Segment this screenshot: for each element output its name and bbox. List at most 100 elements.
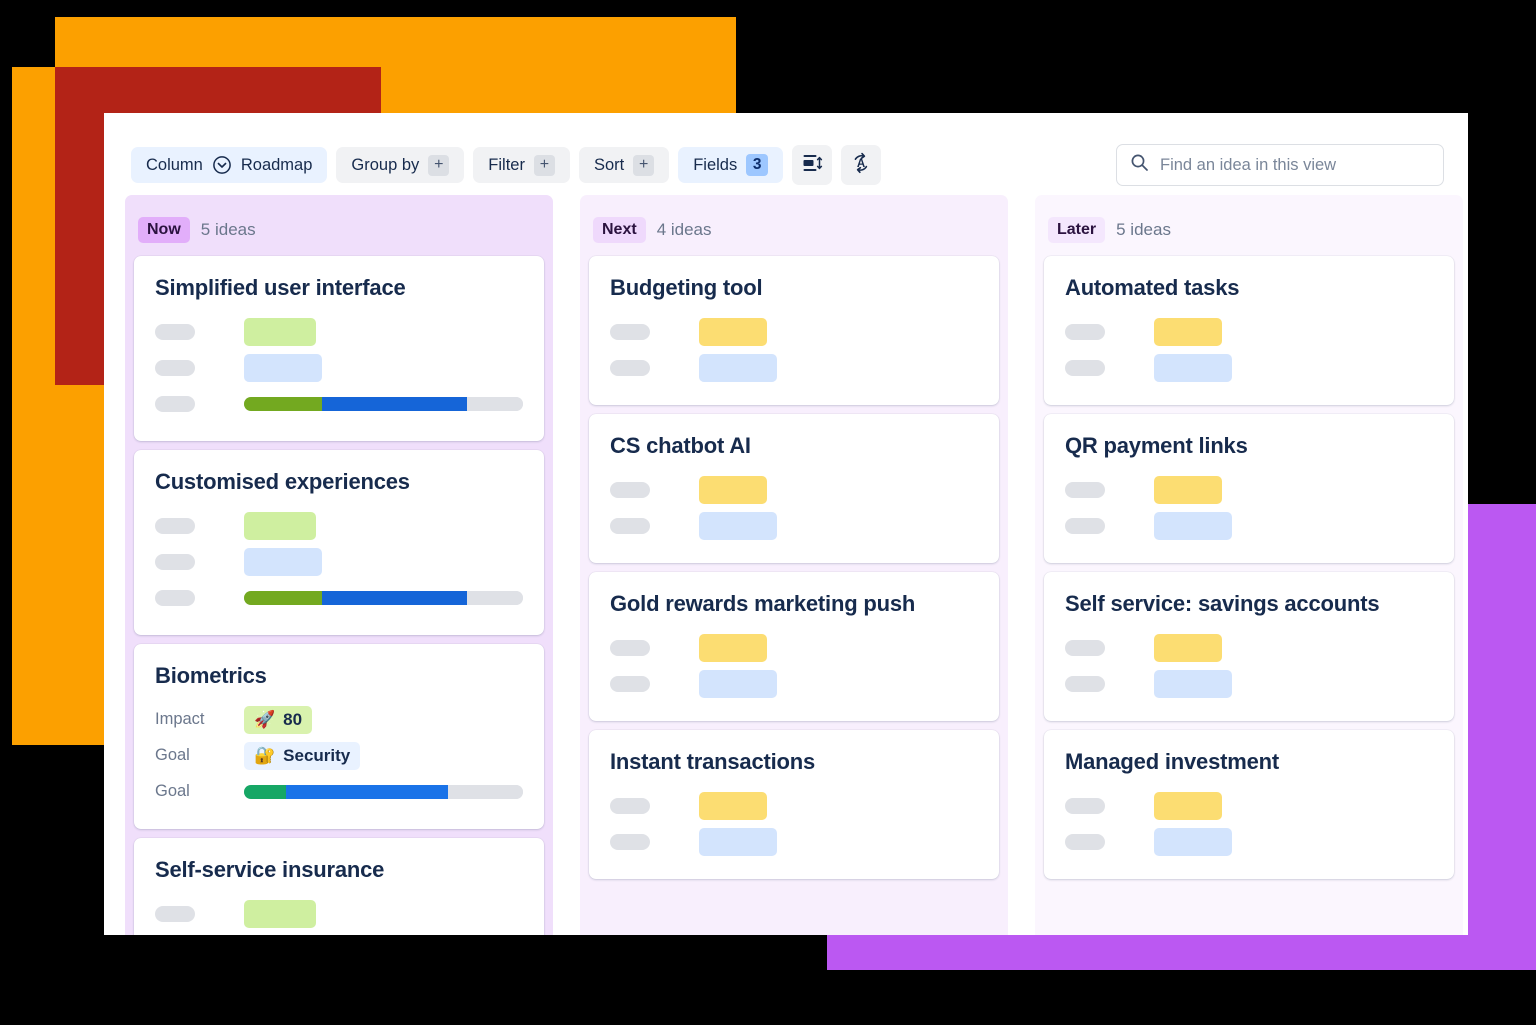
field-label-placeholder [610, 359, 699, 376]
idea-card[interactable]: Gold rewards marketing push [589, 572, 999, 721]
placeholder-pill [155, 323, 195, 340]
idea-card-title: QR payment links [1065, 433, 1248, 458]
field-label-placeholder [155, 395, 244, 412]
idea-card[interactable]: Managed investment [1044, 730, 1454, 879]
idea-card[interactable]: Automated tasks [1044, 256, 1454, 405]
idea-card-field-row [1065, 789, 1433, 822]
field-value-chip-placeholder [244, 317, 316, 346]
idea-card-field-row [610, 825, 978, 858]
progress-bar-segment-2 [322, 590, 468, 605]
field-label-placeholder [155, 589, 244, 606]
column-selector-value: Roadmap [240, 155, 313, 174]
idea-card-field-row [155, 897, 523, 930]
sort-button[interactable]: Sort + [578, 147, 670, 183]
idea-card-field-row [610, 315, 978, 348]
field-value-chip-placeholder [1154, 633, 1222, 662]
column-card-list: Automated tasks QR payment links Self serv… [1044, 256, 1454, 879]
idea-card-field-row [1065, 315, 1433, 348]
filter-button[interactable]: Filter + [473, 147, 570, 183]
row-height-button[interactable] [792, 145, 833, 185]
column-selector-button[interactable]: Column Roadmap [131, 147, 328, 183]
roadmap-app-window: Column Roadmap Group by + Filter + Sort [104, 113, 1468, 935]
field-label-placeholder [610, 481, 699, 498]
search-input[interactable] [1160, 155, 1430, 175]
placeholder-pill [610, 639, 650, 656]
idea-card-field-row [155, 545, 523, 578]
sort-label: Sort [593, 155, 625, 174]
fields-button[interactable]: Fields 3 [678, 147, 784, 183]
idea-card[interactable]: Biometrics Impact 🚀 80 Goal 🔐 Security Goal [134, 644, 544, 829]
search-field-wrapper[interactable] [1116, 144, 1444, 186]
column-tag-badge[interactable]: Later [1048, 217, 1106, 243]
field-value-chip[interactable]: 🚀 80 [244, 705, 313, 734]
idea-card[interactable]: Self-service insurance [134, 838, 544, 935]
field-value-chip-placeholder [699, 353, 777, 382]
progress-bar [244, 784, 523, 799]
progress-bar-segment-2 [322, 396, 468, 411]
idea-card-field-row [610, 351, 978, 384]
field-value-chip-placeholder [244, 547, 322, 576]
plus-icon: + [428, 154, 450, 176]
idea-card[interactable]: Self service: savings accounts [1044, 572, 1454, 721]
idea-card-title: Customised experiences [155, 469, 410, 494]
field-label-placeholder [1065, 323, 1154, 340]
idea-card-title: Self-service insurance [155, 857, 385, 882]
column-header: Next 4 ideas [589, 204, 999, 256]
field-label-placeholder [1065, 675, 1154, 692]
auto-sort-button[interactable]: A [841, 145, 882, 185]
field-value-text: 80 [283, 709, 303, 729]
placeholder-pill [610, 359, 650, 376]
progress-bar-segment-3 [467, 590, 523, 605]
idea-card[interactable]: Simplified user interface [134, 256, 544, 441]
field-value-chip-placeholder [699, 827, 777, 856]
idea-card-field-row [155, 933, 523, 935]
field-value-chip-placeholder [244, 899, 316, 928]
idea-card-field-row [610, 473, 978, 506]
idea-card[interactable]: CS chatbot AI [589, 414, 999, 563]
progress-bar [244, 590, 523, 605]
idea-card[interactable]: Budgeting tool [589, 256, 999, 405]
idea-card-title: Managed investment [1065, 749, 1280, 774]
field-label-placeholder [1065, 833, 1154, 850]
lock-icon: 🔐 [254, 746, 276, 765]
placeholder-pill [610, 323, 650, 340]
idea-card-field-row [155, 581, 523, 614]
field-label-placeholder [610, 639, 699, 656]
idea-card-field-row [1065, 473, 1433, 506]
group-by-button[interactable]: Group by + [336, 147, 465, 183]
progress-bar-segment-1 [244, 784, 286, 799]
placeholder-pill [1065, 323, 1105, 340]
idea-card[interactable]: QR payment links [1044, 414, 1454, 563]
field-value-chip-placeholder [699, 633, 767, 662]
group-by-label: Group by [351, 155, 420, 174]
placeholder-pill [155, 359, 195, 376]
progress-bar-segment-2 [285, 784, 448, 799]
roadmap-board: Now 5 ideas Simplified user interface Custo… [104, 195, 1468, 935]
field-label-placeholder [610, 675, 699, 692]
idea-card-field-row [610, 667, 978, 700]
search-icon [1130, 153, 1149, 177]
column-idea-count: 4 ideas [656, 220, 712, 239]
field-label: Impact [155, 710, 205, 728]
idea-card[interactable]: Instant transactions [589, 730, 999, 879]
column-tag-badge[interactable]: Now [138, 217, 190, 243]
board-column-later: Later 5 ideas Automated tasks QR payment li… [1035, 195, 1463, 935]
column-selector-label: Column [146, 155, 203, 174]
idea-card[interactable]: Customised experiences [134, 450, 544, 635]
field-value-chip-placeholder [1154, 511, 1232, 540]
idea-card-field-row: Goal [155, 775, 523, 808]
decorative-purple-block-right [1461, 504, 1536, 970]
svg-text:A: A [857, 158, 865, 170]
field-value-chip-placeholder [1154, 353, 1232, 382]
idea-card-title: Automated tasks [1065, 275, 1240, 300]
idea-card-title: Self service: savings accounts [1065, 591, 1380, 616]
placeholder-pill [610, 675, 650, 692]
column-tag-badge[interactable]: Next [593, 217, 646, 243]
field-value-chip-placeholder [244, 353, 322, 382]
placeholder-pill [1065, 517, 1105, 534]
chevron-down-circle-icon [212, 155, 232, 175]
field-value-chip-placeholder [1154, 791, 1222, 820]
idea-card-field-row [610, 509, 978, 542]
plus-icon: + [533, 154, 555, 176]
field-value-chip[interactable]: 🔐 Security [244, 741, 361, 770]
